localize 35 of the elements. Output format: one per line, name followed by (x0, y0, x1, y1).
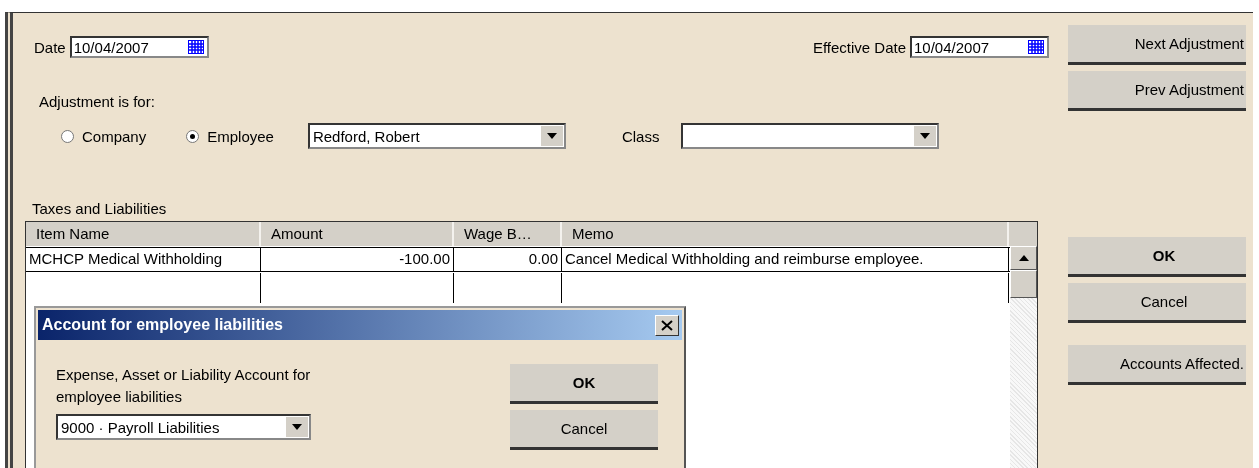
section-title: Taxes and Liabilities (32, 200, 167, 217)
dialog-button[interactable]: Cancel (510, 410, 658, 450)
action-button[interactable]: Prev Adjustment (1068, 71, 1246, 111)
employee-dropdown[interactable]: Redford, Robert (307, 123, 566, 149)
table-cell: MCHCP Medical Withholding (26, 248, 261, 271)
action-button[interactable]: Cancel (1068, 283, 1246, 323)
adjustment-label: Adjustment is for: (39, 93, 155, 110)
account-label: Expense, Asset or Liability Account for employee liabilities (56, 365, 312, 407)
table-cell: Cancel Medical Withholding and reimburse employee. (562, 248, 1009, 271)
scroll-thumb[interactable] (1010, 270, 1037, 298)
close-icon (661, 319, 673, 331)
close-button[interactable] (655, 314, 679, 336)
column-header[interactable]: Item Name (26, 222, 261, 246)
calendar-icon[interactable] (187, 40, 204, 54)
date-label: Date (34, 38, 66, 56)
column-header[interactable]: Amount (261, 222, 454, 246)
scroll-up-button[interactable] (1010, 246, 1037, 270)
column-header[interactable]: Wage B… (454, 222, 562, 246)
column-header[interactable]: Memo (562, 222, 1009, 246)
calendar-icon[interactable] (1028, 40, 1044, 54)
radio-option[interactable]: Employee (186, 127, 274, 145)
class-label: Class (621, 127, 660, 145)
action-button[interactable]: Accounts Affected. (1068, 345, 1246, 385)
dialog-title: Account for employee liabilities (42, 316, 283, 334)
effective-date-field[interactable]: 10/04/2007 (910, 36, 1049, 58)
account-dropdown[interactable]: 9000 · Payroll Liabilities (56, 414, 311, 440)
table-cell: -100.00 (261, 248, 454, 271)
class-dropdown[interactable] (681, 123, 940, 149)
date-field[interactable]: 10/04/2007 (69, 36, 209, 58)
dialog-button[interactable]: OK (510, 364, 658, 404)
table-cell: 0.00 (454, 248, 562, 271)
action-button[interactable]: OK (1068, 237, 1246, 277)
radio-option[interactable]: Company (61, 127, 147, 145)
effective-date-label: Effective Date (812, 38, 906, 56)
action-button[interactable]: Next Adjustment (1068, 25, 1246, 65)
